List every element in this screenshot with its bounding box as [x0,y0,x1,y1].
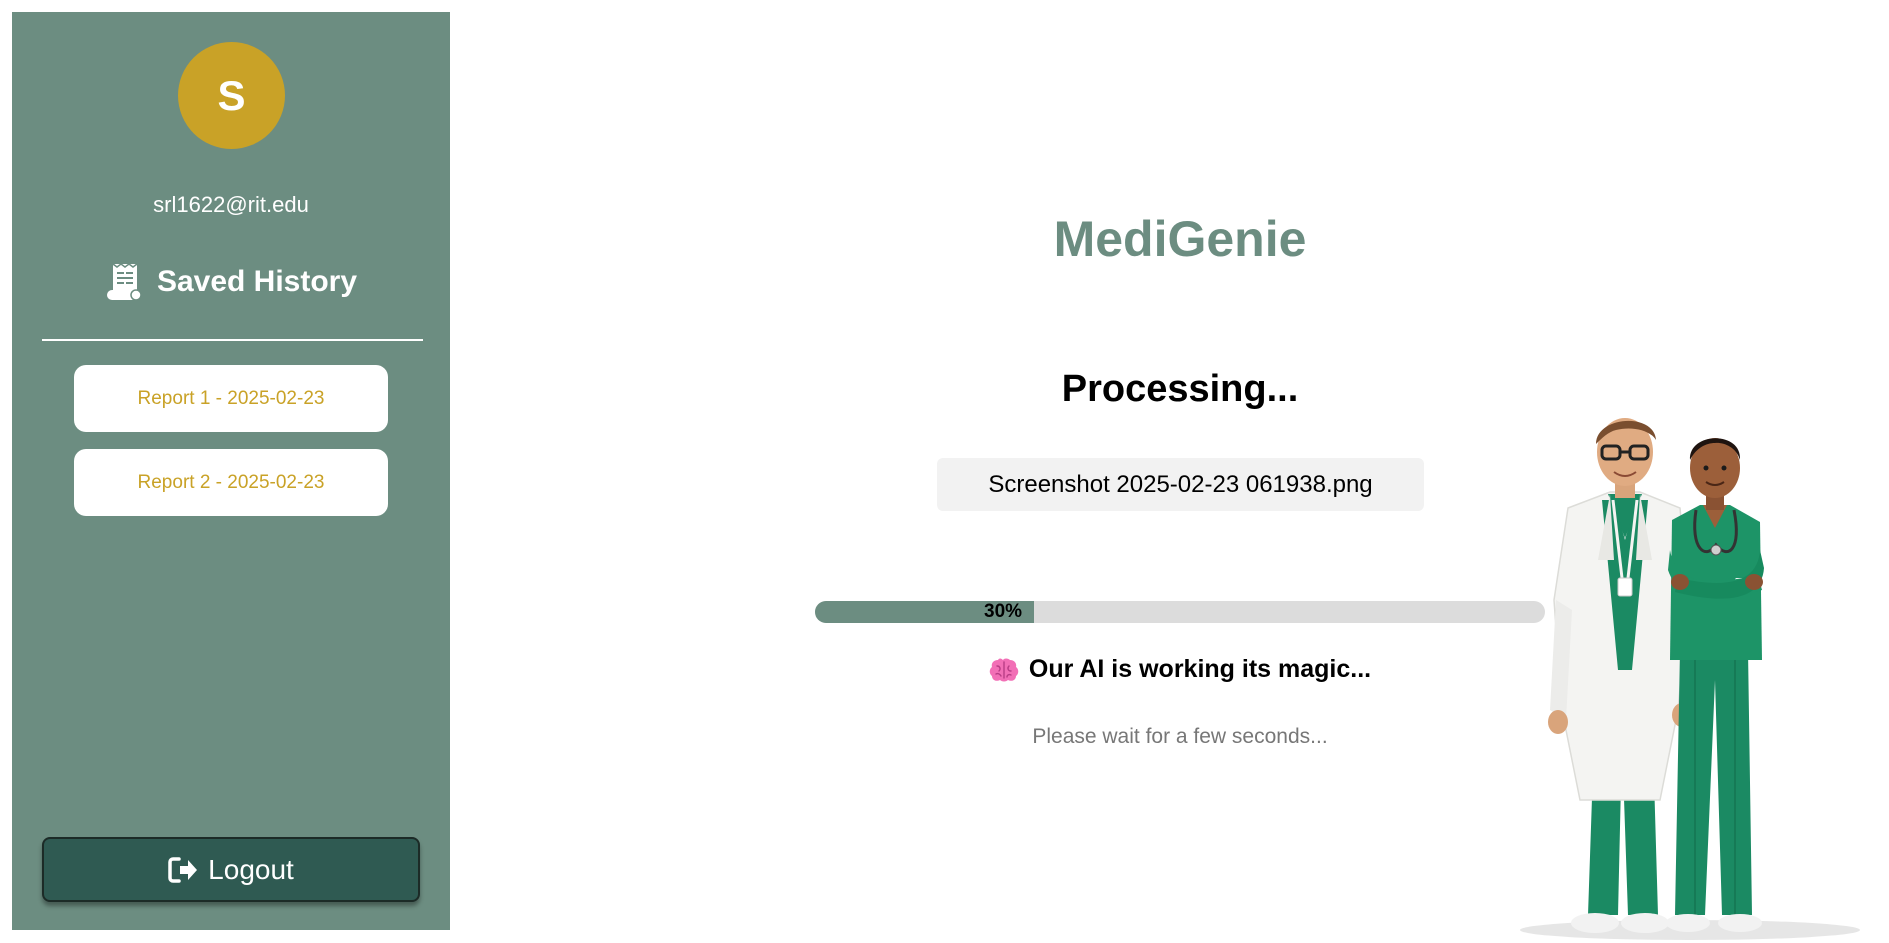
user-email: srl1622@rit.edu [153,192,309,217]
sidebar-divider [42,339,423,341]
receipt-scroll-icon [105,262,143,302]
app-title: MediGenie [1053,211,1307,267]
brain-icon [989,657,1019,683]
avatar-letter: S [217,71,246,119]
processing-title: Processing... [1061,368,1299,410]
saved-history-heading: Saved History [12,262,450,302]
file-name-chip: Screenshot 2025-02-23 061938.png [937,458,1424,511]
logout-button[interactable]: Logout [42,837,420,902]
report-item-label: Report 2 - 2025-02-23 [137,471,325,493]
sidebar: S srl1622@rit.edu Saved History Report 1… [12,12,450,930]
app-page: S srl1622@rit.edu Saved History Report 1… [0,0,1889,943]
report-item-label: Report 1 - 2025-02-23 [137,387,325,409]
progress-bar [815,601,1545,623]
sign-out-icon [168,856,198,884]
doctors-illustration [1520,418,1860,940]
wait-hint: Please wait for a few seconds... [1032,725,1328,748]
saved-history-title: Saved History [156,265,358,298]
progress-percent: 30% [984,601,1023,622]
status-message-text: Our AI is working its magic... [1028,655,1372,683]
logout-label: Logout [208,853,294,885]
report-item-2[interactable]: Report 2 - 2025-02-23 [74,449,388,516]
report-item-1[interactable]: Report 1 - 2025-02-23 [74,365,388,432]
file-name: Screenshot 2025-02-23 061938.png [988,470,1373,498]
avatar: S [178,42,285,149]
status-message: Our AI is working its magic... [900,655,1460,684]
